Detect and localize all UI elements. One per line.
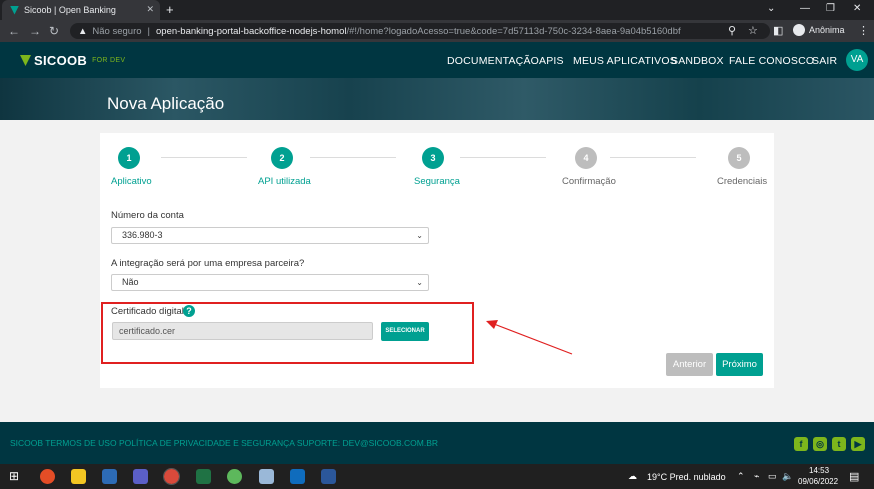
security-label: Não seguro <box>92 25 142 37</box>
twitter-icon[interactable]: t <box>832 437 846 451</box>
user-avatar[interactable]: VA <box>846 49 868 71</box>
profile-button[interactable]: Anônima <box>793 24 845 36</box>
site-footer: SICOOB TERMOS DE USO POLÍTICA DE PRIVACI… <box>0 422 874 464</box>
select-file-button[interactable]: SELECIONAR <box>381 322 429 341</box>
step-connector <box>610 157 696 158</box>
step-4-circle: 4 <box>575 147 597 169</box>
step-4-label: Confirmação <box>562 176 616 187</box>
teams-icon[interactable] <box>133 469 148 484</box>
excel-icon[interactable] <box>196 469 211 484</box>
weather-icon: ☁ <box>628 471 637 481</box>
nav-apis[interactable]: APIS <box>539 55 564 67</box>
tab-title: Sicoob | Open Banking <box>24 5 116 15</box>
logo-text: SICOOB <box>34 53 88 68</box>
bookmark-star-icon[interactable]: ☆ <box>748 24 758 37</box>
sicoob-favicon-icon <box>10 5 19 15</box>
page-title: Nova Aplicação <box>107 94 225 113</box>
nav-meus-aplicativos[interactable]: MEUS APLICATIVOS <box>573 55 677 67</box>
previous-button[interactable]: Anterior <box>666 353 713 376</box>
site-header: SICOOB FOR DEV DOCUMENTAÇÃO APIS MEUS AP… <box>0 42 874 78</box>
sicoob-logo[interactable]: SICOOB FOR DEV <box>20 53 125 68</box>
notifications-icon[interactable]: ▤ <box>849 470 859 483</box>
app-icon[interactable] <box>227 469 242 484</box>
minimize-icon[interactable]: — <box>800 3 810 14</box>
url-path: /#!/home?logadoAcesso=true&code=7d57113d… <box>346 25 681 37</box>
step-3-label: Segurança <box>414 176 460 187</box>
partner-label: A integração será por uma empresa parcei… <box>111 258 305 269</box>
battery-icon[interactable]: ▭ <box>768 471 777 482</box>
logo-subtext: FOR DEV <box>92 57 126 64</box>
hero-banner: Nova Aplicação <box>0 78 874 120</box>
nav-sair[interactable]: SAIR <box>812 55 837 67</box>
sicoob-logo-icon <box>20 55 31 66</box>
weather-text[interactable]: 19°C Pred. nublado <box>647 472 726 482</box>
partner-value: Não <box>122 277 139 287</box>
chevron-down-icon: ⌄ <box>416 231 423 240</box>
volume-icon[interactable]: 🔈 <box>782 471 793 482</box>
certificate-input[interactable]: certificado.cer <box>112 322 373 340</box>
step-5-label: Credenciais <box>717 176 768 187</box>
step-1-circle: 1 <box>118 147 140 169</box>
powershell-icon[interactable] <box>102 469 117 484</box>
chrome-active-icon[interactable] <box>163 468 180 485</box>
nav-sandbox[interactable]: SANDBOX <box>671 55 724 67</box>
url-domain: open-banking-portal-backoffice-nodejs-ho… <box>156 25 347 37</box>
clock-time[interactable]: 14:53 <box>809 466 829 475</box>
annotation-arrow-icon <box>486 320 573 355</box>
youtube-icon[interactable]: ▶ <box>851 437 865 451</box>
file-explorer-icon[interactable] <box>71 469 86 484</box>
step-3-circle: 3 <box>422 147 444 169</box>
forward-icon[interactable]: → <box>29 24 41 38</box>
step-connector <box>310 157 396 158</box>
step-1-label: Aplicativo <box>111 176 152 187</box>
warning-icon: ▲ <box>78 25 88 37</box>
url-divider: | <box>147 25 150 37</box>
step-2-circle: 2 <box>271 147 293 169</box>
account-value: 336.980-3 <box>122 230 163 240</box>
network-icon[interactable]: ⌁ <box>754 471 759 482</box>
clock-date[interactable]: 09/06/2022 <box>798 477 838 486</box>
tab-close-icon[interactable]: ✕ <box>146 4 154 15</box>
help-icon[interactable]: ? <box>183 305 195 317</box>
cert-label: Certificado digital <box>111 306 184 317</box>
word-icon[interactable] <box>321 469 336 484</box>
nav-documentacao[interactable]: DOCUMENTAÇÃO <box>447 55 539 67</box>
step-2-label: API utilizada <box>258 176 311 187</box>
step-5-circle: 5 <box>728 147 750 169</box>
partner-select[interactable]: Não ⌄ <box>111 274 429 291</box>
nav-fale-conosco[interactable]: FALE CONOSCO <box>729 55 814 67</box>
next-button[interactable]: Próximo <box>716 353 763 376</box>
browser-toolbar: ← → ↻ ▲ Não seguro | open-banking-portal… <box>0 20 874 42</box>
account-select[interactable]: 336.980-3 ⌄ <box>111 227 429 244</box>
browser-tab-bar: Sicoob | Open Banking ✕ + ⌄ — ❐ ✕ <box>0 0 874 20</box>
browser-tab[interactable]: Sicoob | Open Banking ✕ <box>2 0 160 20</box>
step-connector <box>460 157 546 158</box>
reload-icon[interactable]: ↻ <box>49 24 59 38</box>
zoom-icon[interactable]: ⚲ <box>728 24 736 37</box>
browser-menu-icon[interactable]: ⋮ <box>858 24 869 37</box>
back-icon[interactable]: ← <box>8 24 20 38</box>
footer-links[interactable]: SICOOB TERMOS DE USO POLÍTICA DE PRIVACI… <box>10 438 438 448</box>
facebook-icon[interactable]: f <box>794 437 808 451</box>
step-connector <box>161 157 247 158</box>
account-label: Número da conta <box>111 210 184 221</box>
chrome-icon[interactable] <box>40 469 55 484</box>
chevron-down-icon: ⌄ <box>416 278 423 287</box>
window-close-icon[interactable]: ✕ <box>853 3 861 14</box>
tray-chevron-icon[interactable]: ⌃ <box>737 471 745 482</box>
windows-start-icon[interactable]: ⊞ <box>9 469 19 483</box>
incognito-icon <box>793 24 805 36</box>
outlook-icon[interactable] <box>290 469 305 484</box>
notepad-icon[interactable] <box>259 469 274 484</box>
tab-search-icon[interactable]: ⌄ <box>767 3 775 14</box>
instagram-icon[interactable]: ◎ <box>813 437 827 451</box>
new-tab-icon[interactable]: + <box>166 2 174 17</box>
profile-label: Anônima <box>809 25 845 35</box>
restore-icon[interactable]: ❐ <box>826 3 835 14</box>
sidebar-icon[interactable]: ◧ <box>773 24 783 37</box>
address-bar[interactable]: ▲ Não seguro | open-banking-portal-backo… <box>70 23 770 39</box>
